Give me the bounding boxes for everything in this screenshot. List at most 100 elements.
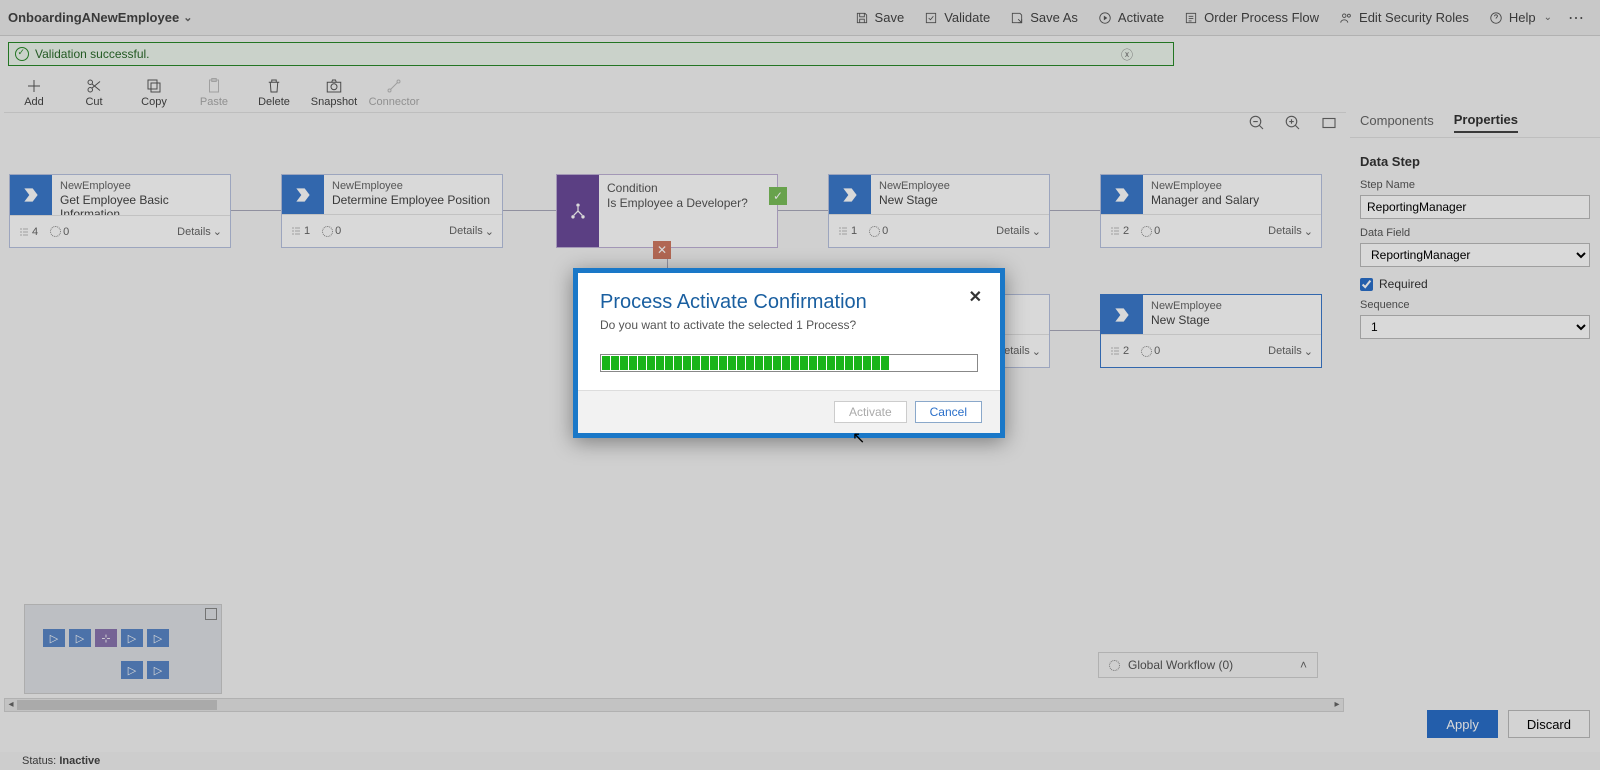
minimap-node: ⊹ xyxy=(95,629,117,647)
sequence-select[interactable]: 1 xyxy=(1360,315,1590,339)
condition-card[interactable]: ConditionIs Employee a Developer? ✓ ✕ xyxy=(556,174,778,248)
chevron-down-icon: ⌄ xyxy=(1544,12,1552,23)
chevron-down-icon: ⌄ xyxy=(183,11,192,24)
workflow-icon xyxy=(1109,660,1120,671)
details-toggle[interactable]: Details ⌄ xyxy=(1268,345,1313,358)
paste-button: Paste xyxy=(184,72,244,108)
validate-button[interactable]: Validate xyxy=(914,0,1000,36)
validation-message: Validation successful. xyxy=(35,47,150,61)
condition-icon xyxy=(557,175,599,247)
properties-panel: Data Step Step Name Data Field Reporting… xyxy=(1350,140,1600,347)
stage-icon xyxy=(1101,295,1143,334)
minimap-node: ▷ xyxy=(147,661,169,679)
scroll-left-icon[interactable]: ◂ xyxy=(5,699,17,711)
plus-icon xyxy=(25,77,43,95)
order-process-flow-button[interactable]: Order Process Flow xyxy=(1174,0,1329,36)
status-bar: Status: Inactive xyxy=(0,752,1600,770)
properties-heading: Data Step xyxy=(1360,154,1590,169)
activate-icon xyxy=(1098,11,1112,25)
flows-count: 0 xyxy=(869,225,888,237)
condition-entity: Condition xyxy=(607,181,769,196)
connector-line xyxy=(778,210,828,211)
details-toggle[interactable]: Details ⌄ xyxy=(1268,225,1313,238)
activate-label: Activate xyxy=(1118,10,1164,25)
stage-name: Manager and Salary xyxy=(1151,193,1313,207)
stage-card[interactable]: NewEmployeeNew Stage 1 0 Details ⌄ xyxy=(828,174,1050,248)
fit-screen-icon[interactable] xyxy=(1320,114,1338,132)
process-title[interactable]: OnboardingANewEmployee ⌄ xyxy=(8,10,192,25)
validate-icon xyxy=(924,11,938,25)
help-label: Help xyxy=(1509,10,1536,25)
data-field-select[interactable]: ReportingManager xyxy=(1360,243,1590,267)
zoom-in-icon[interactable] xyxy=(1284,114,1302,132)
zoom-out-icon[interactable] xyxy=(1248,114,1266,132)
tab-properties[interactable]: Properties xyxy=(1454,112,1518,133)
cut-button[interactable]: Cut xyxy=(64,72,124,108)
details-toggle[interactable]: Details ⌄ xyxy=(177,225,222,238)
steps-count: 1 xyxy=(290,225,310,237)
scroll-thumb[interactable] xyxy=(17,700,217,710)
global-workflow-chip[interactable]: Global Workflow (0) ˄ xyxy=(1098,652,1318,678)
condition-name: Is Employee a Developer? xyxy=(607,196,769,211)
stage-card[interactable]: NewEmployeeGet Employee Basic Informatio… xyxy=(9,174,231,248)
stage-entity: NewEmployee xyxy=(332,179,494,193)
required-label: Required xyxy=(1379,277,1428,291)
condition-true-icon: ✓ xyxy=(769,187,787,205)
chevron-up-icon: ˄ xyxy=(1300,658,1307,672)
connector-line xyxy=(231,210,281,211)
stage-card[interactable]: NewEmployeeManager and Salary 2 0 Detail… xyxy=(1100,174,1322,248)
chevron-down-icon: ⌄ xyxy=(485,225,494,238)
flows-count: 0 xyxy=(322,225,341,237)
minimap[interactable]: ▷ ▷ ⊹ ▷ ▷ ▷ ▷ xyxy=(24,604,222,694)
save-button[interactable]: Save xyxy=(845,0,915,36)
steps-count: 2 xyxy=(1109,345,1129,357)
scroll-right-icon[interactable]: ▸ xyxy=(1331,699,1343,711)
snapshot-button[interactable]: Snapshot xyxy=(304,72,364,108)
add-button[interactable]: Add xyxy=(4,72,64,108)
tab-components[interactable]: Components xyxy=(1360,113,1434,132)
security-icon xyxy=(1339,11,1353,25)
required-checkbox[interactable] xyxy=(1360,278,1373,291)
connector-icon xyxy=(385,77,403,95)
progress-bar xyxy=(600,354,978,372)
success-icon xyxy=(15,47,29,61)
steps-count: 4 xyxy=(18,226,38,238)
save-label: Save xyxy=(875,10,905,25)
chevron-down-icon: ⌄ xyxy=(213,225,222,238)
dialog-cancel-button[interactable]: Cancel xyxy=(915,401,982,423)
process-title-text: OnboardingANewEmployee xyxy=(8,10,179,25)
camera-icon xyxy=(325,77,343,95)
minimap-node: ▷ xyxy=(69,629,91,647)
copy-icon xyxy=(145,77,163,95)
discard-button[interactable]: Discard xyxy=(1508,710,1590,738)
minimap-node: ▷ xyxy=(121,629,143,647)
stage-card-selected[interactable]: NewEmployeeNew Stage 2 0 Details ⌄ xyxy=(1100,294,1322,368)
save-as-button[interactable]: Save As xyxy=(1000,0,1088,36)
copy-button[interactable]: Copy xyxy=(124,72,184,108)
sequence-label: Sequence xyxy=(1360,299,1590,311)
details-toggle[interactable]: Details ⌄ xyxy=(449,225,494,238)
connector-button: Connector xyxy=(364,72,424,108)
validate-label: Validate xyxy=(944,10,990,25)
help-button[interactable]: Help ⌄ xyxy=(1479,0,1562,36)
stage-card[interactable]: NewEmployeeDetermine Employee Position 1… xyxy=(281,174,503,248)
order-label: Order Process Flow xyxy=(1204,10,1319,25)
activate-button[interactable]: Activate xyxy=(1088,0,1174,36)
edit-security-roles-button[interactable]: Edit Security Roles xyxy=(1329,0,1479,36)
delete-button[interactable]: Delete xyxy=(244,72,304,108)
canvas-zoom-tools xyxy=(1248,114,1338,132)
horizontal-scrollbar[interactable]: ◂ ▸ xyxy=(4,698,1344,712)
more-menu-button[interactable]: ⋯ xyxy=(1562,8,1592,28)
close-icon[interactable]: ✕ xyxy=(969,287,982,307)
minimap-node: ▷ xyxy=(147,629,169,647)
step-name-input[interactable] xyxy=(1360,195,1590,219)
expand-icon[interactable] xyxy=(205,608,217,620)
stage-icon xyxy=(282,175,324,214)
connector-line xyxy=(1050,210,1100,211)
close-icon[interactable]: ⓧ xyxy=(1121,46,1133,63)
details-toggle[interactable]: Details ⌄ xyxy=(996,225,1041,238)
security-label: Edit Security Roles xyxy=(1359,10,1469,25)
activate-confirmation-dialog: ✕ Process Activate Confirmation Do you w… xyxy=(573,268,1005,438)
scissors-icon xyxy=(85,77,103,95)
apply-button[interactable]: Apply xyxy=(1427,710,1498,738)
